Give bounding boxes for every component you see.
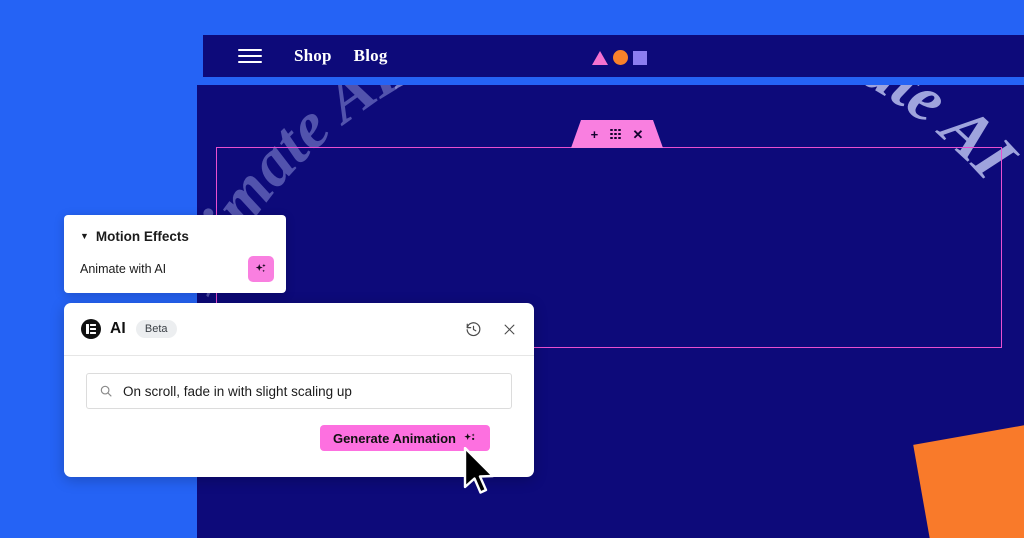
- element-mini-toolbar[interactable]: + ✕: [571, 120, 663, 148]
- generate-animation-label: Generate Animation: [332, 430, 456, 446]
- motion-effects-header[interactable]: ▼ Motion Effects: [64, 215, 286, 244]
- sparkles-icon: [464, 433, 475, 441]
- ai-panel-footer: Generate Animation: [86, 409, 512, 451]
- ai-panel-body: On scroll, fade in with slight scaling u…: [64, 356, 534, 477]
- plus-icon[interactable]: +: [591, 128, 599, 141]
- chevron-down-icon[interactable]: ▼: [80, 232, 89, 241]
- hero-text-trail-2-label: Animate AI: [368, 85, 711, 103]
- animate-with-ai-row: Animate with AI: [64, 244, 286, 282]
- site-nav-shape-group: [592, 50, 647, 65]
- sparkles-icon: [255, 263, 266, 273]
- square-shape-icon: [633, 50, 647, 65]
- site-nav-links: Shop Blog: [294, 46, 388, 66]
- hero-text-main-label: Animate AI: [393, 85, 739, 91]
- history-icon[interactable]: [465, 321, 482, 338]
- hero-text-main: Animate AI: [393, 85, 739, 91]
- motion-effects-title: Motion Effects: [95, 229, 189, 244]
- ai-prompt-value[interactable]: On scroll, fade in with slight scaling u…: [123, 384, 352, 399]
- animate-with-ai-button[interactable]: [248, 256, 274, 282]
- hero-text-trail-3: Animate AI: [710, 85, 1024, 195]
- motion-effects-panel: ▼ Motion Effects Animate with AI: [64, 215, 286, 293]
- screenshot-root: Shop Blog Animate AI Animate AI Animate …: [0, 0, 1024, 538]
- ai-panel-header: AI Beta: [64, 303, 534, 356]
- generate-animation-button[interactable]: Generate Animation: [319, 425, 490, 451]
- nav-link-shop[interactable]: Shop: [294, 46, 332, 66]
- hero-text-trail-3-label: Animate AI: [710, 85, 1024, 195]
- drag-grid-icon[interactable]: [610, 128, 621, 140]
- close-icon[interactable]: [502, 322, 517, 337]
- ai-panel-title: AI: [110, 320, 126, 337]
- search-icon: [100, 385, 112, 397]
- elementor-logo-icon: [81, 319, 101, 339]
- nav-link-blog[interactable]: Blog: [354, 46, 388, 66]
- animate-with-ai-label: Animate with AI: [80, 262, 167, 276]
- triangle-shape-icon: [592, 50, 608, 65]
- orange-square-shape: [913, 421, 1024, 538]
- circle-shape-icon: [613, 50, 628, 65]
- beta-badge: Beta: [135, 320, 177, 338]
- close-icon[interactable]: ✕: [633, 128, 644, 141]
- hamburger-menu-icon[interactable]: [238, 49, 262, 63]
- ai-prompt-field[interactable]: On scroll, fade in with slight scaling u…: [86, 373, 512, 409]
- hero-text-trail-2: Animate AI: [368, 85, 711, 103]
- ai-panel: AI Beta On scroll, fade in with slight s…: [64, 303, 534, 477]
